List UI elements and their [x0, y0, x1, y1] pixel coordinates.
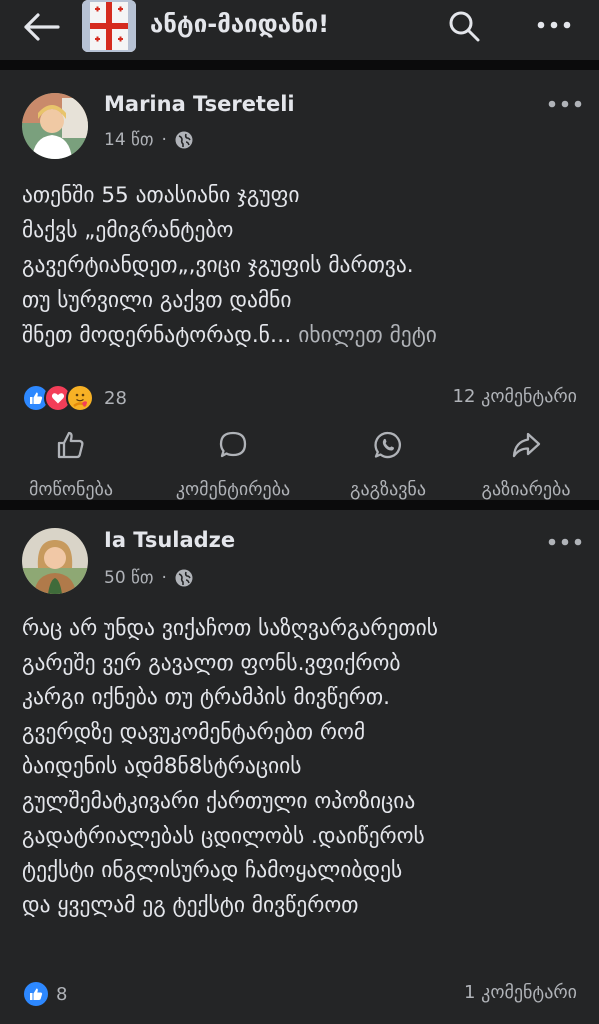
post-card: Ia Tsuladze 50 წთ · რაც არ უნდა ვიქაჩოთ … [0, 510, 599, 1024]
globe-icon [175, 131, 193, 149]
reactions-summary[interactable]: 8 [22, 980, 67, 1008]
care-reaction-icon [66, 384, 94, 412]
post-author[interactable]: Ia Tsuladze [104, 528, 235, 552]
meta-separator: · [161, 130, 167, 150]
post-meta: 14 წთ · [104, 130, 193, 150]
more-horizontal-icon [537, 21, 571, 29]
search-button[interactable] [444, 8, 484, 44]
thumbs-up-icon [57, 431, 84, 459]
back-button[interactable] [20, 10, 62, 44]
post-time[interactable]: 14 წთ [104, 130, 153, 150]
comment-icon [219, 431, 247, 458]
avatar[interactable] [22, 93, 88, 159]
feed-divider [0, 60, 599, 70]
share-button[interactable]: გაზიარება [462, 430, 590, 500]
profile-photo-image [22, 93, 88, 159]
comment-button[interactable]: კომენტირება [152, 430, 314, 500]
see-more-link[interactable]: იხილეთ მეტი [291, 323, 437, 348]
reaction-count: 28 [104, 387, 127, 409]
more-horizontal-icon [548, 100, 582, 108]
post-meta: 50 წთ · [104, 568, 193, 588]
share-label: გაზიარება [481, 479, 571, 500]
avatar[interactable] [22, 528, 88, 594]
like-button[interactable]: მოწონება [6, 430, 136, 500]
georgian-flag-image [82, 0, 136, 52]
search-icon [449, 11, 480, 42]
post-time[interactable]: 50 წთ [104, 568, 153, 588]
post-options-button[interactable] [545, 94, 585, 114]
globe-icon [175, 569, 193, 587]
share-icon [512, 432, 541, 458]
send-button[interactable]: გაგზავნა [333, 430, 443, 500]
meta-separator: · [161, 568, 167, 588]
post-author[interactable]: Marina Tsereteli [104, 92, 295, 116]
group-title[interactable]: ანტი-მაიდანი! [150, 10, 329, 38]
app-header: ანტი-მაიდანი! [0, 0, 599, 60]
send-label: გაგზავნა [350, 479, 426, 500]
post-card: Marina Tsereteli 14 წთ · ათენში 55 ათასი… [0, 70, 599, 500]
post-options-button[interactable] [545, 532, 585, 552]
like-label: მოწონება [28, 479, 114, 500]
comments-count[interactable]: 1 კომენტარი [464, 982, 577, 1003]
post-text: ათენში 55 ათასიანი ჯგუფი მაქვს „ემიგრანტ… [22, 178, 587, 353]
arrow-left-icon [24, 13, 60, 41]
comments-count[interactable]: 12 კომენტარი [453, 386, 577, 407]
post-action-bar: მოწონება კომენტირება გაგზავნა გაზიარება [0, 430, 599, 500]
group-cover-thumbnail[interactable] [82, 0, 136, 52]
reactions-summary[interactable]: 28 [22, 384, 127, 412]
profile-photo-image [22, 528, 88, 594]
like-reaction-icon [22, 980, 50, 1008]
feed-divider [0, 500, 599, 510]
whatsapp-icon [374, 431, 401, 459]
comment-label: კომენტირება [175, 479, 291, 500]
more-options-button[interactable] [532, 10, 576, 40]
reaction-count: 8 [56, 983, 68, 1005]
more-horizontal-icon [548, 538, 582, 546]
post-body: რაც არ უნდა ვიქაჩოთ საზღვარგარეთის გარეშ… [22, 616, 438, 918]
